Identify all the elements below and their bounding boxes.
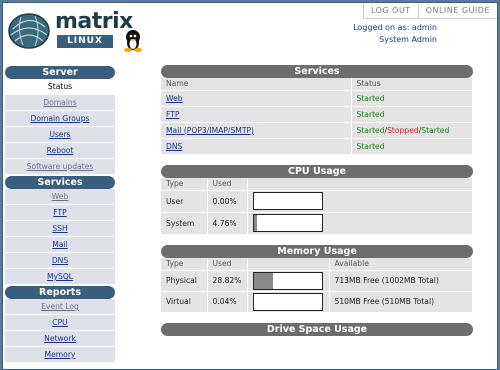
sidebar-item-mysql[interactable]: MySQL	[5, 269, 115, 285]
table-row: System 4.76%	[161, 211, 473, 234]
table-header-row: Type Used	[161, 178, 473, 190]
sidebar-item-domain-groups[interactable]: Domain Groups	[5, 111, 115, 127]
column-header-used: Used	[207, 258, 248, 270]
drive-title: Drive Space Usage	[161, 323, 473, 336]
usage-bar-fill	[253, 215, 257, 232]
logout-link[interactable]: LOG OUT	[362, 3, 418, 19]
service-link-dns[interactable]: DNS	[166, 142, 182, 151]
usage-bar	[252, 192, 323, 210]
header: matrix LINUX LOG OUT ONLINE GUIDE Logged…	[3, 3, 497, 61]
status-part: Stopped	[387, 125, 419, 135]
status-part: Started	[356, 125, 385, 135]
user-role: System Admin	[379, 35, 437, 44]
column-header-type: Type	[161, 178, 208, 190]
table-row: Web Started	[161, 89, 473, 106]
memory-type: Virtual	[161, 290, 208, 312]
sidebar-item-reboot[interactable]: Reboot	[5, 143, 115, 159]
memory-panel: Memory Usage Type Used Available Physica…	[161, 245, 473, 312]
login-info: Logged on as: admin System Admin	[353, 22, 437, 46]
services-table: Name Status Web Started FTP Started Mail…	[161, 78, 473, 154]
service-status: Started	[356, 109, 385, 119]
table-row: Virtual 0.04% 510MB Free (510MB Total)	[161, 290, 473, 312]
service-link-mail[interactable]: Mail (POP3/IMAP/SMTP)	[166, 126, 254, 135]
table-header-row: Type Used Available	[161, 258, 473, 270]
cpu-table: Type Used User 0.00% System 4.76%	[161, 178, 473, 234]
sidebar-item-mail[interactable]: Mail	[5, 237, 115, 253]
service-status: Started	[356, 93, 385, 103]
service-status: Started/Stopped/Started	[351, 121, 473, 138]
logo-brand-text: matrix	[55, 9, 133, 34]
status-part: Started	[421, 125, 450, 135]
sidebar-item-users[interactable]: Users	[5, 127, 115, 143]
memory-used: 28.82%	[207, 269, 248, 291]
sidebar-item-dns[interactable]: DNS	[5, 253, 115, 269]
sidebar-section-services: Services	[5, 176, 115, 189]
table-row: DNS Started	[161, 137, 473, 154]
usage-bar	[252, 214, 323, 233]
sidebar-item-web[interactable]: Web	[5, 189, 115, 205]
top-nav: LOG OUT ONLINE GUIDE	[362, 3, 497, 19]
memory-available: 713MB Free (1002MB Total)	[329, 269, 473, 291]
memory-type: Physical	[161, 269, 208, 291]
cpu-type: System	[161, 211, 208, 234]
table-row: Mail (POP3/IMAP/SMTP) Started/Stopped/St…	[161, 121, 473, 138]
online-guide-link[interactable]: ONLINE GUIDE	[417, 3, 497, 19]
drive-panel: Drive Space Usage	[161, 323, 473, 336]
column-header-name: Name	[161, 78, 352, 90]
memory-available: 510MB Free (510MB Total)	[329, 290, 473, 312]
table-row: FTP Started	[161, 105, 473, 122]
column-header-bar	[247, 178, 473, 190]
sidebar-item-ftp[interactable]: FTP	[5, 205, 115, 221]
services-title: Services	[161, 65, 473, 78]
main-content: Services Name Status Web Started FTP Sta…	[161, 65, 473, 347]
usage-bar	[252, 271, 323, 290]
sidebar-section-reports: Reports	[5, 286, 115, 299]
logo-sub-text: LINUX	[67, 36, 103, 46]
cpu-used: 0.00%	[207, 189, 248, 212]
sidebar-item-event-log[interactable]: Event Log	[5, 299, 115, 315]
app-window: matrix LINUX LOG OUT ONLINE GUIDE Logged…	[2, 2, 498, 370]
table-row: Physical 28.82% 713MB Free (1002MB Total…	[161, 269, 473, 291]
service-link-ftp[interactable]: FTP	[166, 110, 179, 119]
column-header-bar	[247, 258, 330, 270]
sidebar: Server Status Domains Domain Groups User…	[5, 65, 115, 363]
sidebar-item-status[interactable]: Status	[5, 79, 115, 95]
column-header-type: Type	[161, 258, 208, 270]
cpu-panel: CPU Usage Type Used User 0.00% System 4.…	[161, 165, 473, 234]
memory-table: Type Used Available Physical 28.82% 713M…	[161, 258, 473, 312]
usage-bar-fill	[253, 272, 274, 289]
cpu-used: 4.76%	[207, 211, 248, 234]
sidebar-section-server: Server	[5, 66, 115, 79]
sidebar-item-memory[interactable]: Memory	[5, 347, 115, 363]
table-row: User 0.00%	[161, 189, 473, 212]
logged-on-as: Logged on as: admin	[353, 23, 437, 32]
matrix-linux-logo: matrix LINUX	[7, 7, 147, 57]
memory-title: Memory Usage	[161, 245, 473, 258]
memory-used: 0.04%	[207, 290, 248, 312]
cpu-title: CPU Usage	[161, 165, 473, 178]
column-header-available: Available	[329, 258, 473, 270]
column-header-status: Status	[351, 78, 473, 90]
column-header-used: Used	[207, 178, 248, 190]
cpu-type: User	[161, 189, 208, 212]
sidebar-item-domains[interactable]: Domains	[5, 95, 115, 111]
sidebar-item-network[interactable]: Network	[5, 331, 115, 347]
service-link-web[interactable]: Web	[166, 94, 183, 103]
sidebar-item-software-updates[interactable]: Software updates	[5, 159, 115, 175]
sidebar-item-ssh[interactable]: SSH	[5, 221, 115, 237]
table-header-row: Name Status	[161, 78, 473, 90]
service-status: Started	[356, 141, 385, 151]
usage-bar	[252, 292, 323, 311]
sidebar-item-cpu[interactable]: CPU	[5, 315, 115, 331]
services-panel: Services Name Status Web Started FTP Sta…	[161, 65, 473, 154]
